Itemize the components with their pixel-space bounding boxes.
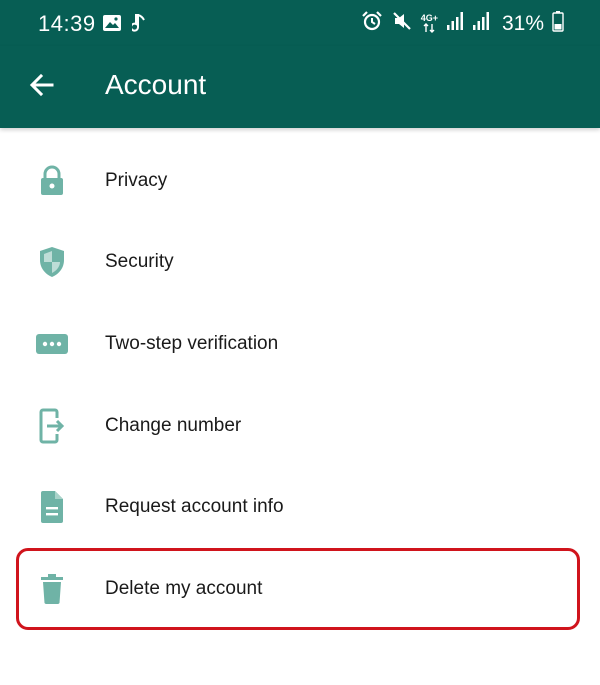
menu-item-two-step-verification[interactable]: Two-step verification bbox=[0, 303, 600, 385]
status-right-icons: 4G+ 31% bbox=[361, 10, 564, 37]
menu-item-request-account-info[interactable]: Request account info bbox=[0, 466, 600, 548]
dots-icon bbox=[34, 326, 70, 362]
battery-percent: 31% bbox=[501, 11, 544, 35]
status-bar: 14:39 4G+ 31% bbox=[0, 0, 600, 46]
menu-item-label: Delete my account bbox=[105, 577, 263, 599]
menu-item-label: Change number bbox=[105, 414, 242, 436]
status-time: 14:39 bbox=[38, 11, 96, 36]
shield-icon bbox=[34, 244, 70, 280]
menu-item-delete-my-account[interactable]: Delete my account bbox=[0, 548, 600, 630]
menu-item-change-number[interactable]: Change number bbox=[0, 385, 600, 467]
alarm-icon bbox=[361, 10, 383, 37]
document-icon bbox=[34, 489, 70, 525]
menu-item-privacy[interactable]: Privacy bbox=[0, 140, 600, 222]
status-left-icons bbox=[102, 12, 148, 39]
trash-icon bbox=[34, 571, 70, 607]
page-title: Account bbox=[105, 69, 207, 100]
back-button[interactable] bbox=[22, 67, 62, 107]
network-icon: 4G+ bbox=[421, 14, 438, 33]
menu-item-label: Two-step verification bbox=[105, 332, 279, 354]
menu-item-label: Request account info bbox=[105, 496, 284, 518]
image-icon bbox=[102, 13, 122, 38]
music-note-icon bbox=[130, 12, 148, 39]
signal-icon bbox=[472, 11, 490, 36]
change-number-icon bbox=[34, 408, 70, 444]
lock-icon bbox=[34, 163, 70, 199]
menu-item-label: Privacy bbox=[105, 169, 168, 191]
app-bar: Account bbox=[0, 46, 600, 128]
battery-icon bbox=[552, 10, 564, 37]
menu-item-security[interactable]: Security bbox=[0, 222, 600, 304]
signal-icon bbox=[446, 11, 464, 36]
account-menu: Privacy Security Two-step verification C… bbox=[0, 140, 600, 630]
mute-icon bbox=[391, 10, 413, 37]
network-label: 4G+ bbox=[420, 13, 438, 23]
menu-item-label: Security bbox=[105, 251, 174, 273]
arrow-left-icon bbox=[28, 71, 56, 104]
